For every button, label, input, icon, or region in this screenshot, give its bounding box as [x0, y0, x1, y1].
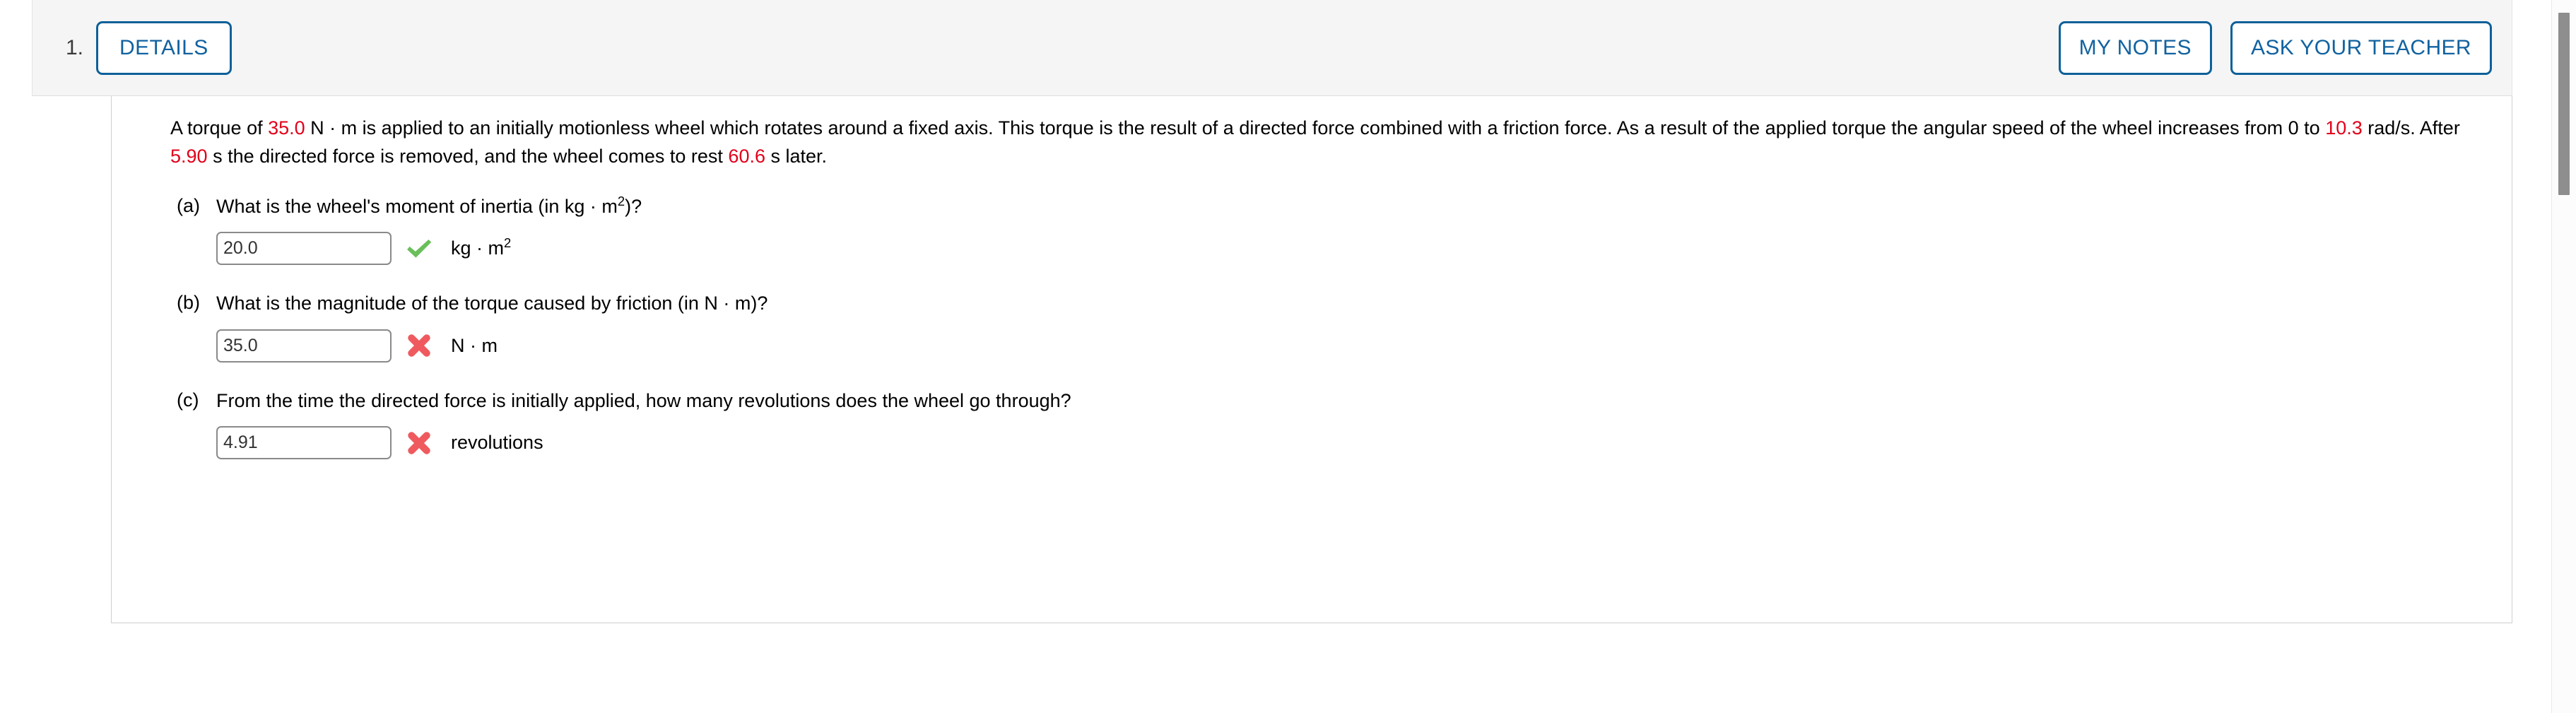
answer-row: revolutions	[216, 426, 1071, 460]
answer-input-b[interactable]	[216, 329, 392, 363]
part-question-text: What is the wheel's moment of inertia (i…	[216, 193, 642, 217]
red-cross-icon	[408, 432, 430, 454]
question-part: (c) From the time the directed force is i…	[112, 388, 2512, 460]
answer-input-c[interactable]	[216, 426, 392, 460]
part-content: From the time the directed force is init…	[216, 388, 1071, 460]
problem-value-1: 35.0	[268, 117, 305, 139]
part-content: What is the wheel's moment of inertia (i…	[216, 193, 642, 266]
header-right-group: MY NOTES ASK YOUR TEACHER	[2058, 20, 2492, 75]
ask-your-teacher-button[interactable]: ASK YOUR TEACHER	[2230, 20, 2492, 75]
problem-value-5: 5.90	[170, 145, 208, 167]
green-check-icon	[403, 232, 435, 265]
problem-text-6: s the directed force is removed, and the…	[207, 145, 729, 167]
scrollbar-thumb[interactable]	[2558, 13, 2570, 195]
vertical-scrollbar[interactable]	[2551, 0, 2576, 713]
part-label: (c)	[177, 389, 199, 411]
question-body-panel: A torque of 35.0 N · m is applied to an …	[111, 96, 2512, 623]
header-left-group: 1. DETAILS	[33, 20, 232, 75]
question-container: 1. DETAILS MY NOTES ASK YOUR TEACHER A t…	[32, 0, 2512, 623]
problem-text-8: s later.	[765, 145, 828, 167]
problem-text-0: A torque of	[170, 117, 269, 139]
red-cross-icon	[408, 334, 430, 357]
details-button[interactable]: DETAILS	[96, 20, 232, 75]
problem-value-7: 60.6	[728, 145, 765, 167]
answer-unit-label: N · m	[451, 334, 498, 356]
problem-text-4: rad/s. After	[2362, 117, 2460, 139]
answer-input-a[interactable]	[216, 232, 392, 266]
part-label: (b)	[177, 292, 200, 314]
problem-value-3: 10.3	[2325, 117, 2363, 139]
part-question-exponent: 2	[617, 193, 625, 208]
part-question-text: What is the magnitude of the torque caus…	[216, 293, 768, 314]
my-notes-button[interactable]: MY NOTES	[2058, 20, 2212, 75]
answer-unit-label: kg · m2	[451, 235, 512, 259]
green-check-icon	[407, 239, 432, 258]
question-header-bar: 1. DETAILS MY NOTES ASK YOUR TEACHER	[32, 0, 2512, 96]
question-parts-list: (a) What is the wheel's moment of inertia…	[112, 193, 2512, 460]
question-part: (a) What is the wheel's moment of inertia…	[112, 193, 2512, 266]
answer-unit-exponent: 2	[504, 235, 512, 251]
problem-statement: A torque of 35.0 N · m is applied to an …	[112, 114, 2488, 171]
answer-row: kg · m2	[216, 232, 642, 266]
question-number: 1.	[65, 35, 83, 59]
problem-text-2: N · m is applied to an initially motionl…	[305, 117, 2326, 139]
answer-row: N · m	[216, 329, 767, 363]
red-cross-icon	[403, 427, 435, 459]
part-content: What is the magnitude of the torque caus…	[216, 290, 768, 363]
answer-unit-label: revolutions	[451, 432, 543, 454]
red-cross-icon	[403, 329, 435, 362]
part-label: (a)	[177, 194, 200, 216]
question-part: (b) What is the magnitude of the torque c…	[112, 290, 2512, 363]
part-question-text: From the time the directed force is init…	[216, 389, 1071, 411]
